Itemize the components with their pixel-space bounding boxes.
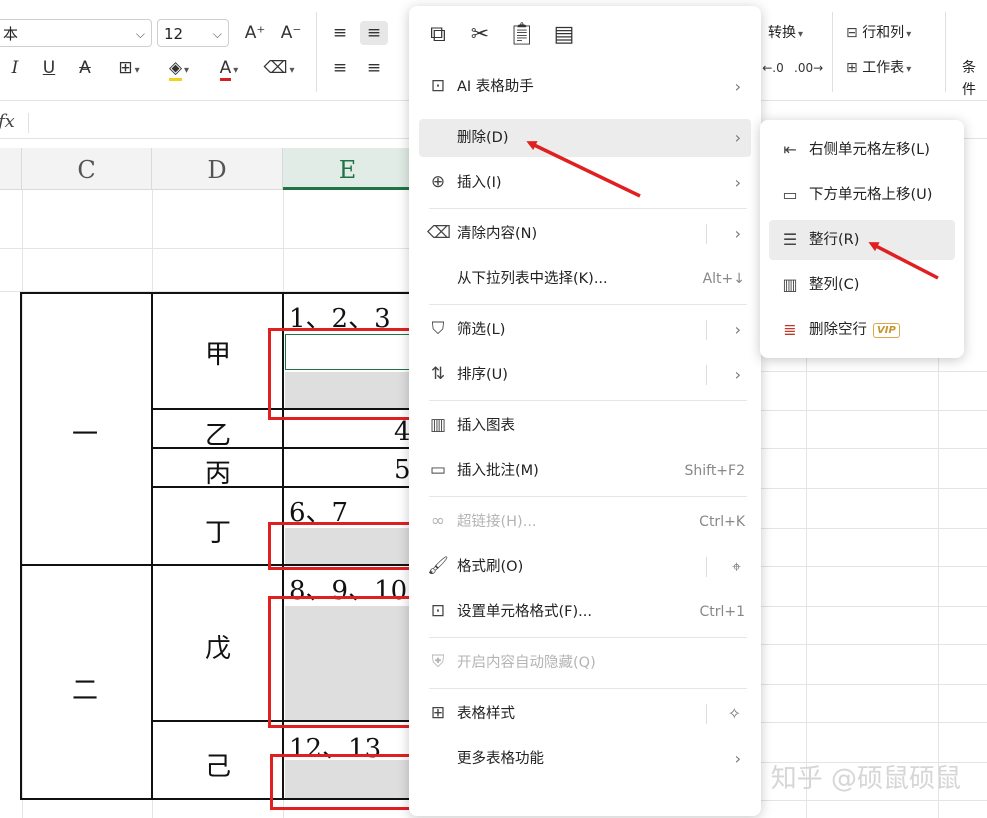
red-arrow-entire-row <box>868 242 939 280</box>
red-arrow-delete <box>526 141 641 198</box>
watermark: 知乎 @硕鼠硕鼠 <box>770 764 961 794</box>
annotation-arrows <box>526 141 939 280</box>
